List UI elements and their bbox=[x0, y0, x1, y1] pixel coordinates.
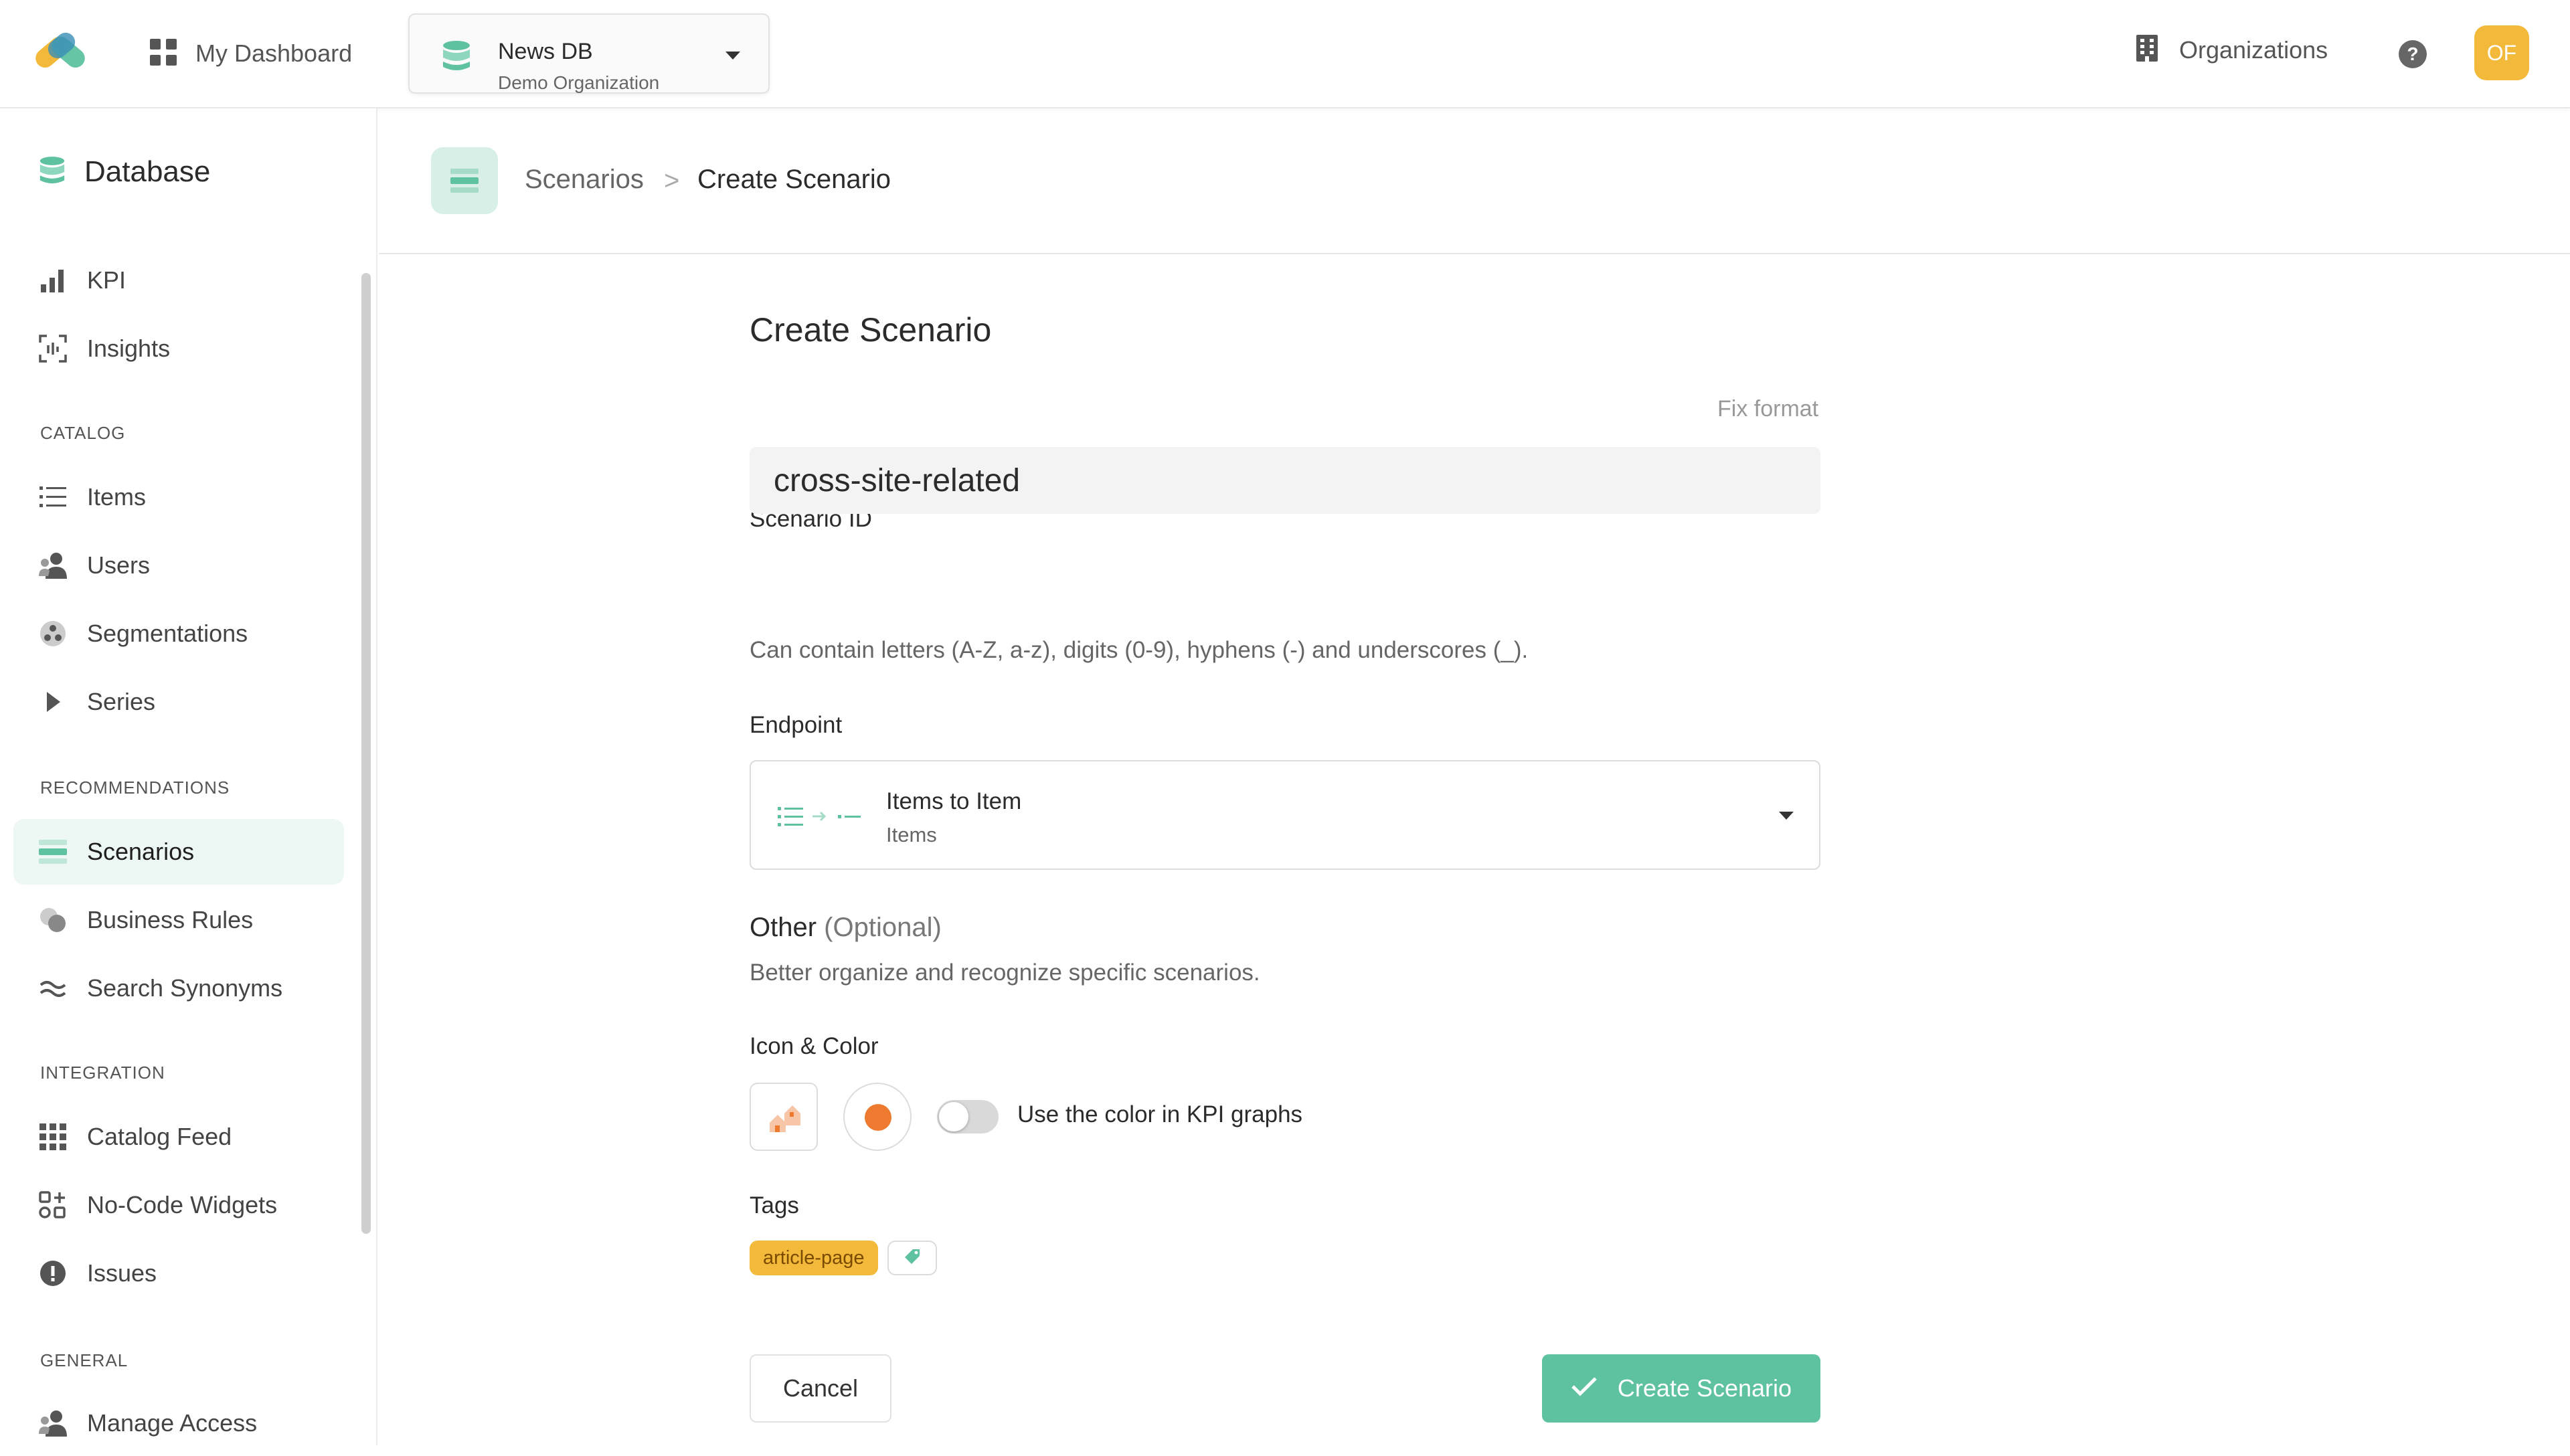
widgets-icon bbox=[39, 1191, 67, 1219]
play-icon bbox=[39, 688, 67, 716]
sidebar-item-label: Manage Access bbox=[87, 1409, 258, 1437]
sidebar-item-segmentations[interactable]: Segmentations bbox=[13, 601, 344, 666]
breadcrumb-scenarios-link[interactable]: Scenarios bbox=[525, 165, 644, 195]
sidebar-item-items[interactable]: Items bbox=[13, 464, 344, 530]
cancel-button[interactable]: Cancel bbox=[750, 1354, 891, 1423]
sidebar-item-label: Business Rules bbox=[87, 906, 254, 933]
main-content: Scenarios > Create Scenario Create Scena… bbox=[379, 108, 2570, 1445]
approx-icon bbox=[39, 974, 67, 1002]
business-rules-icon bbox=[39, 906, 67, 934]
my-dashboard-link[interactable]: My Dashboard bbox=[149, 35, 352, 72]
color-swatch bbox=[865, 1104, 891, 1131]
tag-icon bbox=[904, 1248, 921, 1269]
insights-icon bbox=[39, 335, 67, 363]
section-heading-general: GENERAL bbox=[40, 1350, 128, 1370]
building-icon bbox=[2135, 33, 2159, 66]
sidebar-item-label: KPI bbox=[87, 266, 126, 294]
sidebar-item-insights[interactable]: Insights bbox=[13, 316, 344, 381]
kpi-color-toggle[interactable] bbox=[937, 1100, 999, 1133]
sidebar-item-label: Series bbox=[87, 688, 156, 715]
sidebar-item-catalog-feed[interactable]: Catalog Feed bbox=[13, 1104, 344, 1170]
help-icon[interactable]: ? bbox=[2399, 40, 2427, 68]
color-picker-button[interactable] bbox=[843, 1083, 912, 1151]
sidebar-item-series[interactable]: Series bbox=[13, 669, 344, 735]
sidebar-item-label: Scenarios bbox=[87, 838, 195, 865]
create-scenario-button[interactable]: Create Scenario bbox=[1542, 1354, 1820, 1423]
sidebar-scrollbar[interactable] bbox=[361, 273, 371, 1234]
caret-down-icon bbox=[725, 51, 740, 63]
sidebar-item-no-code-widgets[interactable]: No-Code Widgets bbox=[13, 1172, 344, 1238]
other-title-label: Other bbox=[750, 913, 817, 942]
sidebar-title: Database bbox=[39, 155, 210, 189]
sidebar-item-users[interactable]: Users bbox=[13, 533, 344, 598]
sidebar-item-label: Users bbox=[87, 551, 151, 579]
breadcrumb-current: Create Scenario bbox=[697, 165, 891, 194]
scenario-id-input[interactable] bbox=[750, 447, 1820, 514]
toggle-knob bbox=[939, 1102, 968, 1131]
sidebar-item-scenarios[interactable]: Scenarios bbox=[13, 819, 344, 885]
optional-label: (Optional) bbox=[824, 913, 942, 942]
other-description: Better organize and recognize specific s… bbox=[750, 960, 1260, 986]
houses-icon bbox=[768, 1100, 802, 1137]
users-icon bbox=[39, 551, 67, 579]
sidebar-item-business-rules[interactable]: Business Rules bbox=[13, 887, 344, 953]
section-heading-integration: INTEGRATION bbox=[40, 1063, 165, 1083]
sidebar-item-label: Insights bbox=[87, 335, 171, 362]
kpi-color-toggle-label: Use the color in KPI graphs bbox=[1017, 1101, 1303, 1127]
alert-icon bbox=[39, 1259, 67, 1287]
app-logo[interactable] bbox=[32, 29, 91, 72]
database-name: News DB bbox=[498, 39, 593, 64]
sidebar-item-search-synonyms[interactable]: Search Synonyms bbox=[13, 955, 344, 1021]
sidebar-item-label: Issues bbox=[87, 1259, 157, 1287]
items-to-item-icon bbox=[778, 803, 861, 833]
scenarios-icon bbox=[39, 838, 67, 866]
user-avatar[interactable]: OF bbox=[2474, 25, 2529, 80]
list-icon bbox=[39, 483, 67, 511]
top-bar: My Dashboard News DB Demo Organization O… bbox=[0, 0, 2570, 108]
check-icon bbox=[1571, 1374, 1598, 1402]
endpoint-label: Endpoint bbox=[750, 712, 843, 738]
form-title: Create Scenario bbox=[750, 311, 992, 349]
endpoint-subtitle: Items bbox=[886, 823, 937, 846]
section-heading-catalog: CATALOG bbox=[40, 423, 126, 443]
endpoint-title: Items to Item bbox=[886, 788, 1022, 814]
bar-chart-icon bbox=[39, 266, 67, 294]
create-scenario-label: Create Scenario bbox=[1617, 1374, 1792, 1402]
organization-name: Demo Organization bbox=[498, 72, 660, 93]
segmentations-icon bbox=[39, 620, 67, 648]
breadcrumb: Scenarios > Create Scenario bbox=[379, 108, 2570, 254]
section-heading-recommendations: RECOMMENDATIONS bbox=[40, 778, 230, 798]
scenarios-icon bbox=[431, 147, 498, 214]
database-icon bbox=[39, 156, 66, 189]
my-dashboard-label: My Dashboard bbox=[195, 39, 353, 67]
sidebar-item-label: Catalog Feed bbox=[87, 1123, 232, 1150]
tag-chip[interactable]: article-page bbox=[750, 1241, 878, 1275]
sidebar-item-manage-access[interactable]: Manage Access bbox=[13, 1390, 344, 1456]
fix-format-link[interactable]: Fix format bbox=[1717, 396, 1818, 422]
breadcrumb-separator: > bbox=[664, 166, 680, 195]
sidebar-item-label: Segmentations bbox=[87, 620, 248, 647]
sidebar: Database KPI Insights CATALOG Items User… bbox=[0, 108, 377, 1445]
database-icon bbox=[442, 40, 471, 76]
users-icon bbox=[39, 1409, 67, 1437]
organizations-link[interactable]: Organizations bbox=[2135, 33, 2328, 66]
sidebar-item-label: Search Synonyms bbox=[87, 974, 283, 1002]
tags-label: Tags bbox=[750, 1192, 799, 1218]
dashboard-grid-icon bbox=[149, 37, 178, 70]
grid-icon bbox=[39, 1123, 67, 1151]
sidebar-title-label: Database bbox=[84, 155, 211, 188]
caret-down-icon bbox=[1779, 811, 1794, 823]
sidebar-item-label: No-Code Widgets bbox=[87, 1191, 278, 1218]
other-section-title: Other (Optional) bbox=[750, 913, 942, 943]
endpoint-select[interactable]: Items to Item Items bbox=[750, 760, 1820, 870]
add-tag-button[interactable] bbox=[887, 1241, 937, 1275]
sidebar-item-issues[interactable]: Issues bbox=[13, 1241, 344, 1306]
icon-picker-button[interactable] bbox=[750, 1083, 818, 1151]
organizations-label: Organizations bbox=[2179, 35, 2328, 64]
sidebar-item-label: Items bbox=[87, 483, 147, 511]
scenario-id-hint: Can contain letters (A-Z, a-z), digits (… bbox=[750, 637, 1529, 663]
sidebar-item-kpi[interactable]: KPI bbox=[13, 248, 344, 313]
database-switcher[interactable]: News DB Demo Organization bbox=[408, 13, 770, 94]
icon-color-label: Icon & Color bbox=[750, 1033, 879, 1059]
